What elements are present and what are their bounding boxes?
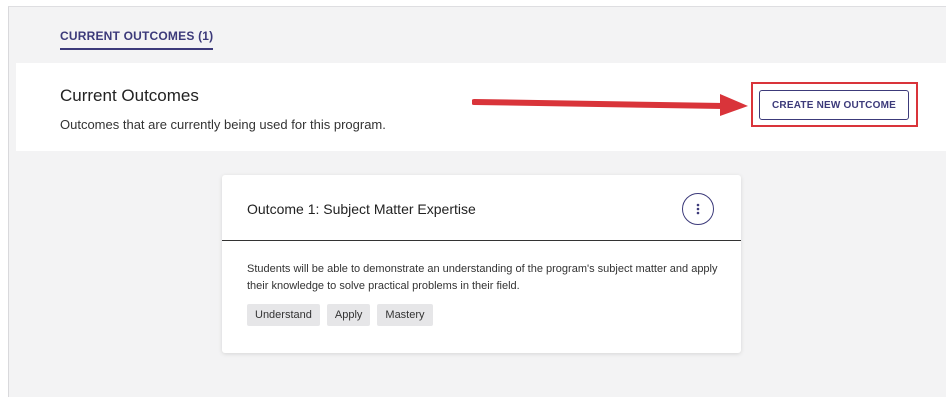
outcome-description: Students will be able to demonstrate an … bbox=[247, 263, 718, 292]
outcome-card: Outcome 1: Subject Matter Expertise Stud… bbox=[222, 175, 741, 353]
tab-current-outcomes[interactable]: CURRENT OUTCOMES (1) bbox=[60, 29, 214, 50]
outcomes-panel: CURRENT OUTCOMES (1) Current Outcomes Ou… bbox=[8, 6, 946, 397]
outcomes-header: Current Outcomes Outcomes that are curre… bbox=[16, 63, 946, 151]
page-subtitle: Outcomes that are currently being used f… bbox=[60, 117, 386, 132]
card-divider bbox=[222, 240, 741, 241]
annotation-arrow bbox=[472, 94, 748, 116]
tag-understand: Understand bbox=[247, 304, 320, 326]
create-new-outcome-button[interactable]: CREATE NEW OUTCOME bbox=[759, 90, 909, 120]
outcome-title: Outcome 1: Subject Matter Expertise bbox=[247, 201, 476, 217]
tag-mastery: Mastery bbox=[377, 304, 433, 326]
tag-apply: Apply bbox=[326, 304, 371, 326]
kebab-vertical-icon bbox=[696, 203, 700, 215]
outcome-tags: Understand Apply Mastery bbox=[247, 304, 433, 326]
more-options-button[interactable] bbox=[682, 193, 714, 225]
page-title: Current Outcomes bbox=[60, 86, 199, 105]
tab-bar: CURRENT OUTCOMES (1) bbox=[9, 7, 946, 60]
